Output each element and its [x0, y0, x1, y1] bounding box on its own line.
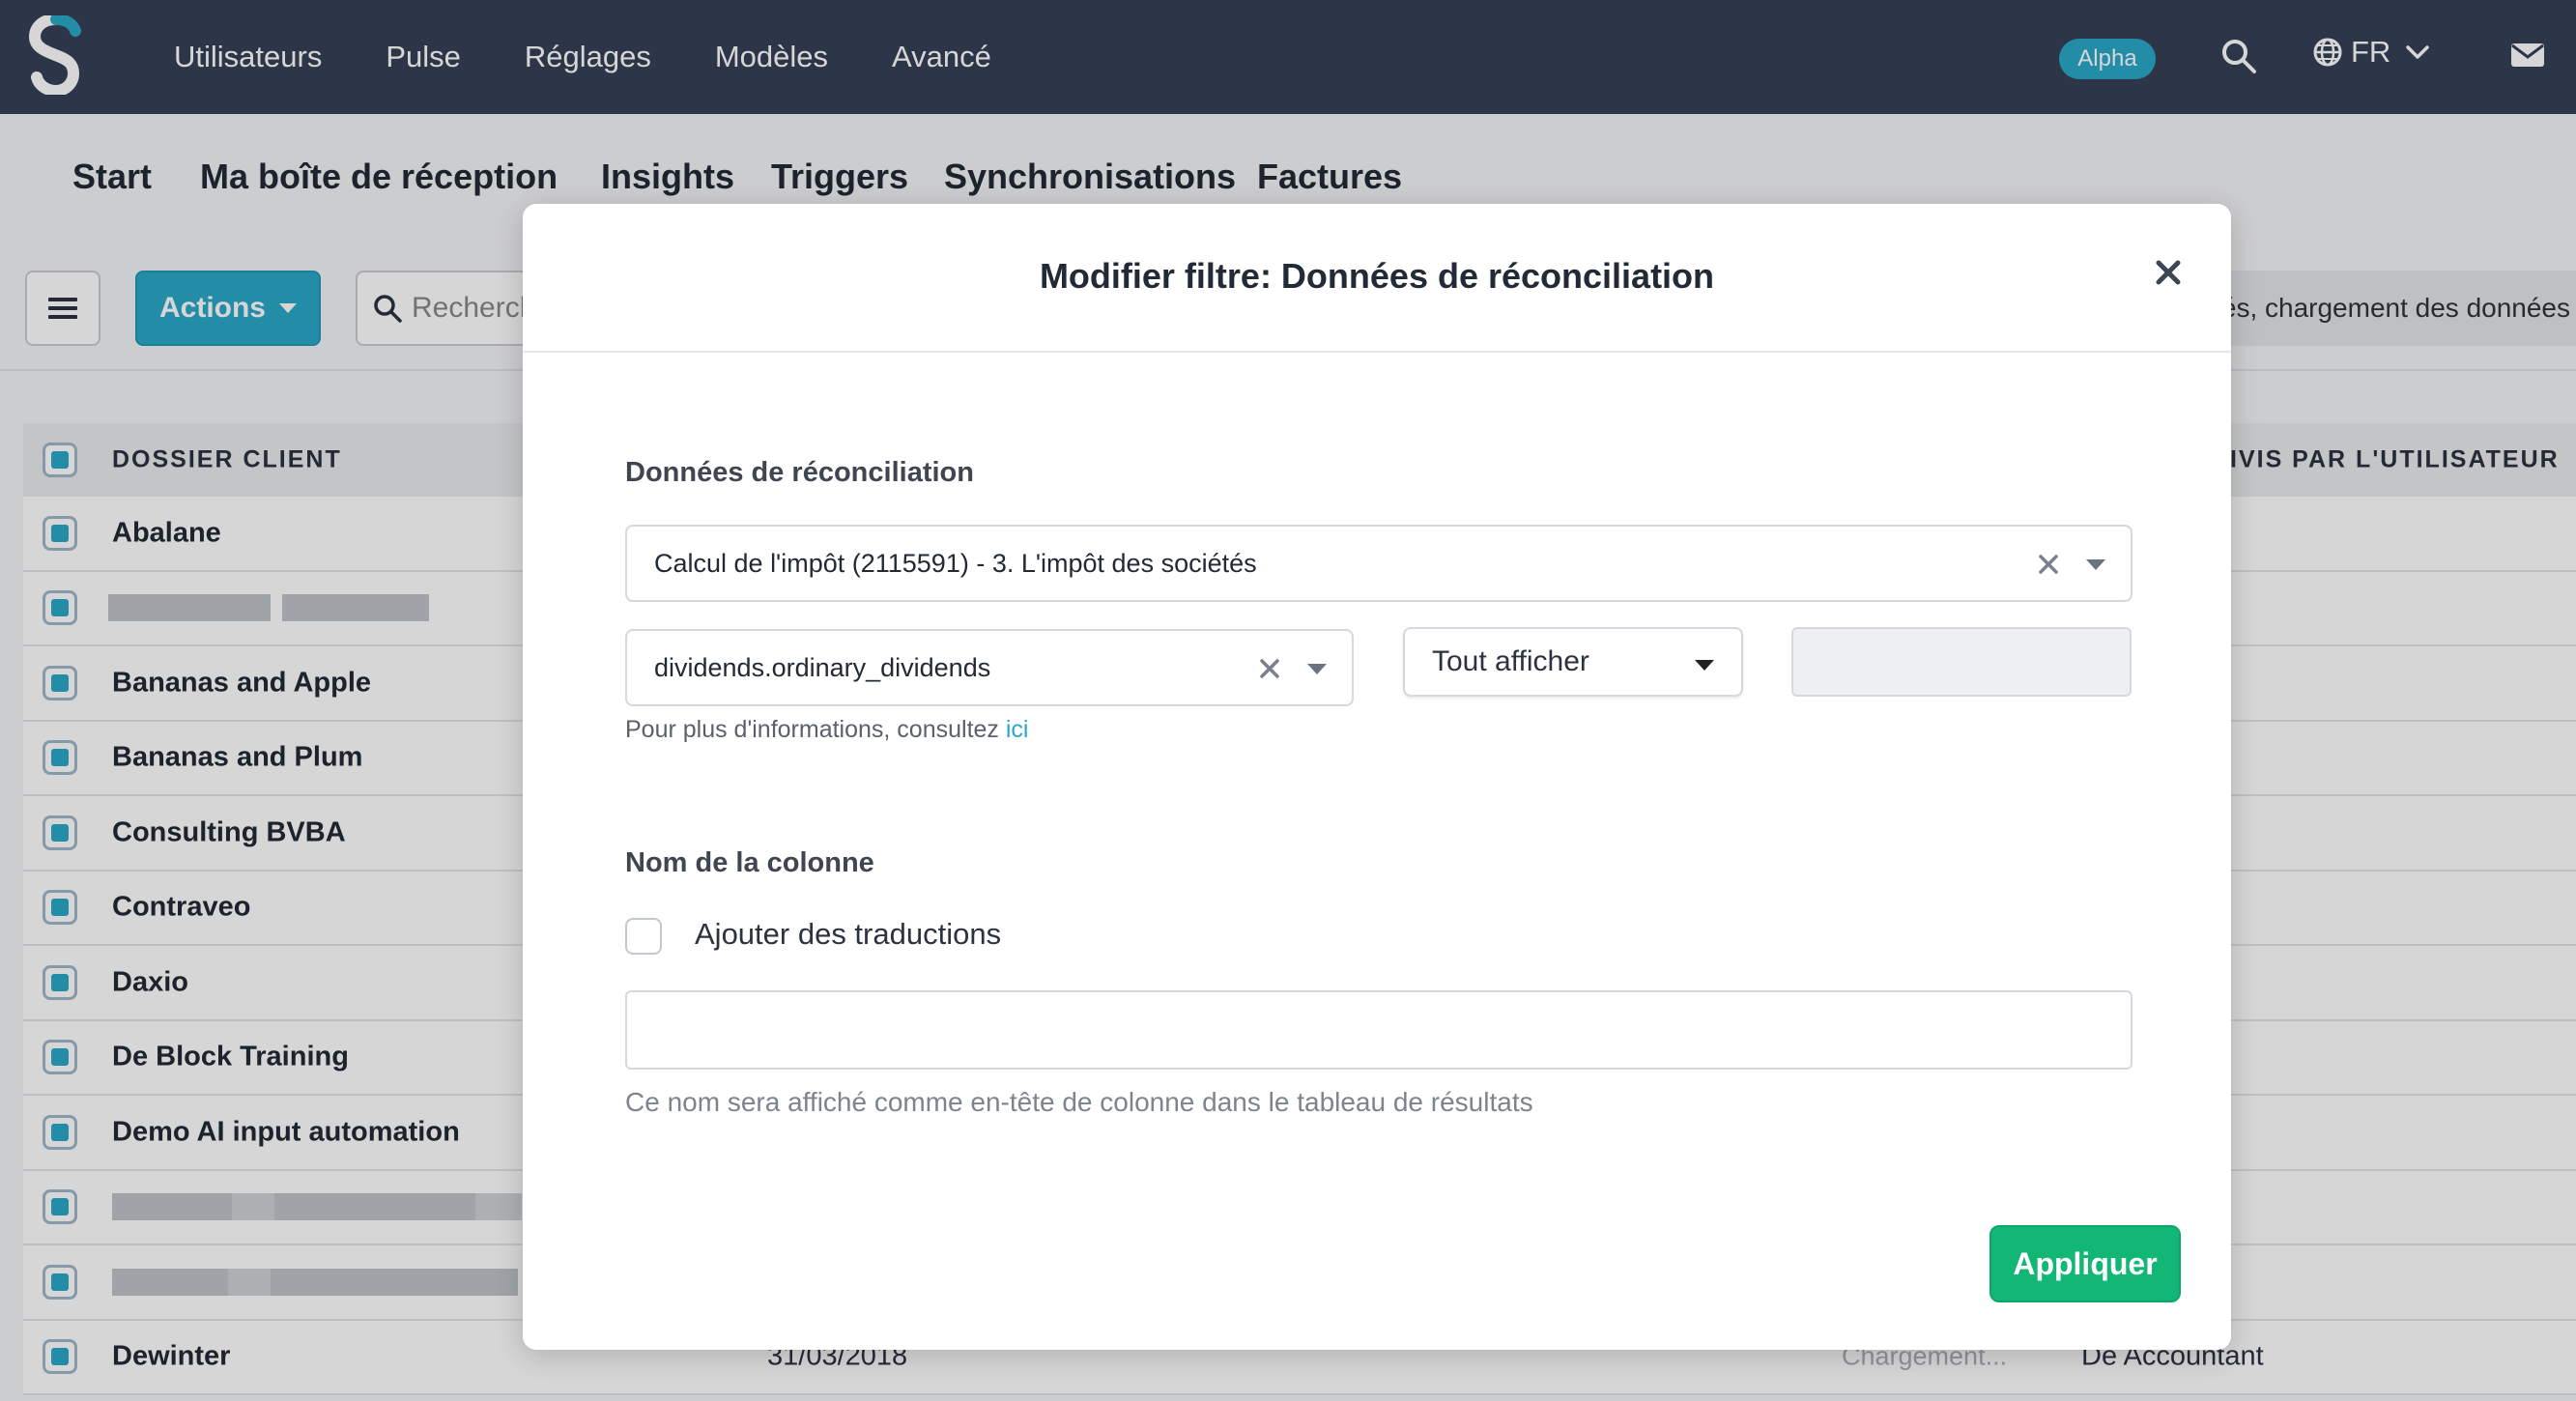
modal-title: Modifier filtre: Données de réconciliati… [1039, 256, 1715, 296]
show-all-dropdown[interactable]: Tout afficher [1403, 627, 1743, 697]
apply-button[interactable]: Appliquer [1989, 1225, 2181, 1302]
reconciliation-select-value: Calcul de l'impôt (2115591) - 3. L'impôt… [654, 548, 1257, 578]
add-translations-label[interactable]: Ajouter des traductions [695, 917, 1001, 952]
add-translations-checkbox[interactable] [625, 918, 662, 955]
show-all-label: Tout afficher [1432, 645, 1589, 677]
field-select-value: dividends.ordinary_dividends [654, 652, 991, 682]
help-text-body: Pour plus d'informations, consultez [625, 716, 1006, 743]
column-name-input[interactable] [625, 990, 2132, 1070]
section-label-reconciliation: Données de réconciliation [625, 457, 974, 488]
caret-down-icon [1695, 660, 1714, 671]
section-label-column-name: Nom de la colonne [625, 847, 874, 878]
help-link[interactable]: ici [1006, 716, 1029, 743]
field-select[interactable]: dividends.ordinary_dividends [625, 629, 1354, 706]
close-icon[interactable] [2154, 258, 2183, 287]
reconciliation-select[interactable]: Calcul de l'impôt (2115591) - 3. L'impôt… [625, 525, 2132, 602]
clear-icon[interactable] [2038, 554, 2059, 575]
column-name-note: Ce nom sera affiché comme en-tête de col… [625, 1087, 1533, 1117]
help-text: Pour plus d'informations, consultez ici [625, 716, 1028, 744]
caret-down-icon[interactable] [1307, 664, 1327, 674]
modal-header: Modifier filtre: Données de réconciliati… [523, 204, 2231, 353]
clear-icon[interactable] [1259, 658, 1280, 679]
caret-down-icon[interactable] [2086, 559, 2105, 570]
value-input-disabled [1791, 627, 2132, 697]
edit-filter-modal: Modifier filtre: Données de réconciliati… [523, 204, 2231, 1350]
